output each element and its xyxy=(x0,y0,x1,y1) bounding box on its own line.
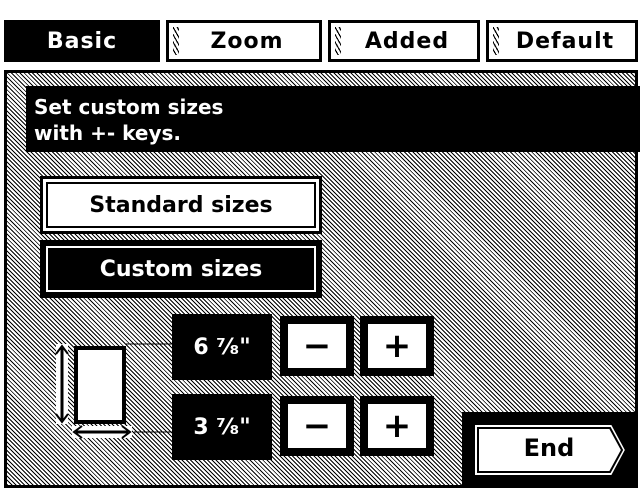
tab-default-label: Default xyxy=(515,28,615,54)
plus-icon: + xyxy=(382,326,412,366)
tab-default[interactable]: Default xyxy=(486,20,638,62)
copier-screen: Basic Zoom Added Default Set custom size… xyxy=(0,0,642,495)
length-size-value: 6 ⁷⁄₈" xyxy=(193,334,251,360)
tab-zoom-label: Zoom xyxy=(210,28,284,54)
minus-icon: − xyxy=(302,326,332,366)
tab-zoom[interactable]: Zoom xyxy=(166,20,322,62)
instruction-message: Set custom sizes with +- keys. xyxy=(26,86,640,152)
plus-icon: + xyxy=(382,406,412,446)
width-size-value: 3 ⁷⁄₈" xyxy=(193,414,251,440)
width-minus-button[interactable]: − xyxy=(280,396,354,456)
standard-sizes-label: Standard sizes xyxy=(89,192,273,218)
length-size-display: 6 ⁷⁄₈" xyxy=(172,314,272,380)
tab-basic[interactable]: Basic xyxy=(4,20,160,62)
tab-added-label: Added xyxy=(364,28,450,54)
standard-sizes-button[interactable]: Standard sizes xyxy=(40,176,322,234)
tab-added[interactable]: Added xyxy=(328,20,480,62)
length-plus-button[interactable]: + xyxy=(360,316,434,376)
custom-sizes-label: Custom sizes xyxy=(99,256,263,282)
minus-icon: − xyxy=(302,406,332,446)
width-size-display: 3 ⁷⁄₈" xyxy=(172,394,272,460)
length-minus-button[interactable]: − xyxy=(280,316,354,376)
width-plus-button[interactable]: + xyxy=(360,396,434,456)
instruction-line-1: Set custom sizes xyxy=(34,95,224,119)
custom-sizes-button[interactable]: Custom sizes xyxy=(40,240,322,298)
end-button-label: End xyxy=(523,434,575,462)
tab-basic-label: Basic xyxy=(46,28,118,54)
paper-size-diagram-icon xyxy=(55,343,172,439)
instruction-line-2: with +- keys. xyxy=(34,121,181,145)
